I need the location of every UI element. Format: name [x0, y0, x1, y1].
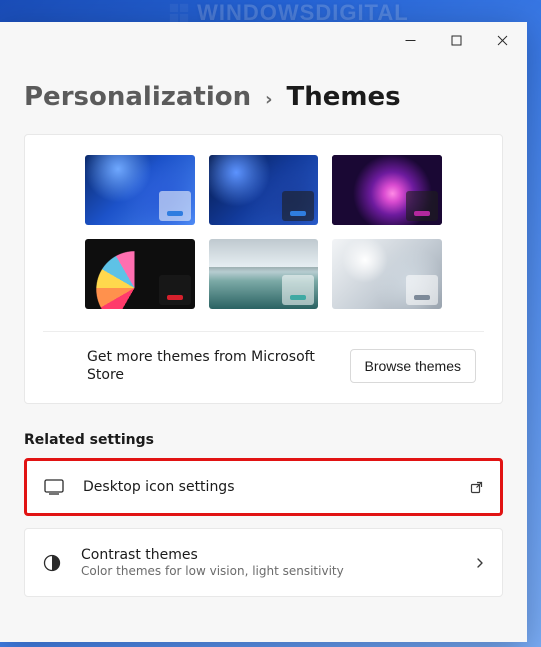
- monitor-icon: [43, 479, 65, 495]
- close-button[interactable]: [479, 24, 525, 56]
- row-title: Contrast themes: [81, 547, 456, 563]
- breadcrumb-parent[interactable]: Personalization: [24, 82, 251, 112]
- theme-tile[interactable]: [85, 155, 195, 225]
- close-icon: [497, 35, 508, 46]
- accent-bar: [167, 295, 183, 300]
- minimize-button[interactable]: [387, 24, 433, 56]
- theme-tile[interactable]: [332, 239, 442, 309]
- related-settings-header: Related settings: [24, 432, 503, 448]
- theme-tile[interactable]: [332, 155, 442, 225]
- page-title: Themes: [287, 82, 401, 112]
- store-label: Get more themes from Microsoft Store: [87, 348, 327, 386]
- content-area: Personalization › Themes: [0, 82, 527, 597]
- titlebar: [0, 22, 527, 58]
- contrast-themes-row[interactable]: Contrast themes Color themes for low vis…: [25, 529, 502, 596]
- row-text: Desktop icon settings: [83, 479, 451, 495]
- accent-bar: [414, 295, 430, 300]
- maximize-icon: [451, 35, 462, 46]
- theme-swatch: [159, 191, 191, 221]
- theme-swatch: [406, 191, 438, 221]
- theme-tile[interactable]: [209, 155, 319, 225]
- theme-tile[interactable]: [209, 239, 319, 309]
- breadcrumb: Personalization › Themes: [24, 82, 503, 112]
- theme-swatch: [406, 275, 438, 305]
- desktop-icon-settings-card: Desktop icon settings: [24, 458, 503, 516]
- theme-swatch: [282, 191, 314, 221]
- chevron-right-icon: [474, 557, 486, 569]
- store-row: Get more themes from Microsoft Store Bro…: [43, 331, 484, 404]
- theme-swatch: [159, 275, 191, 305]
- desktop-icon-settings-row[interactable]: Desktop icon settings: [27, 461, 500, 513]
- chevron-right-icon: ›: [265, 89, 272, 110]
- minimize-icon: [405, 35, 416, 46]
- contrast-icon: [41, 554, 63, 572]
- themes-card: Get more themes from Microsoft Store Bro…: [24, 134, 503, 404]
- maximize-button[interactable]: [433, 24, 479, 56]
- accent-bar: [290, 211, 306, 216]
- theme-tile[interactable]: [85, 239, 195, 309]
- settings-window: Personalization › Themes: [0, 22, 527, 642]
- contrast-themes-card: Contrast themes Color themes for low vis…: [24, 528, 503, 597]
- open-external-icon: [469, 480, 484, 495]
- browse-themes-button[interactable]: Browse themes: [350, 349, 476, 383]
- accent-bar: [414, 211, 430, 216]
- row-title: Desktop icon settings: [83, 479, 451, 495]
- themes-grid: [43, 155, 484, 309]
- row-text: Contrast themes Color themes for low vis…: [81, 547, 456, 578]
- theme-swatch: [282, 275, 314, 305]
- accent-bar: [167, 211, 183, 216]
- accent-bar: [290, 295, 306, 300]
- row-subtitle: Color themes for low vision, light sensi…: [81, 564, 456, 578]
